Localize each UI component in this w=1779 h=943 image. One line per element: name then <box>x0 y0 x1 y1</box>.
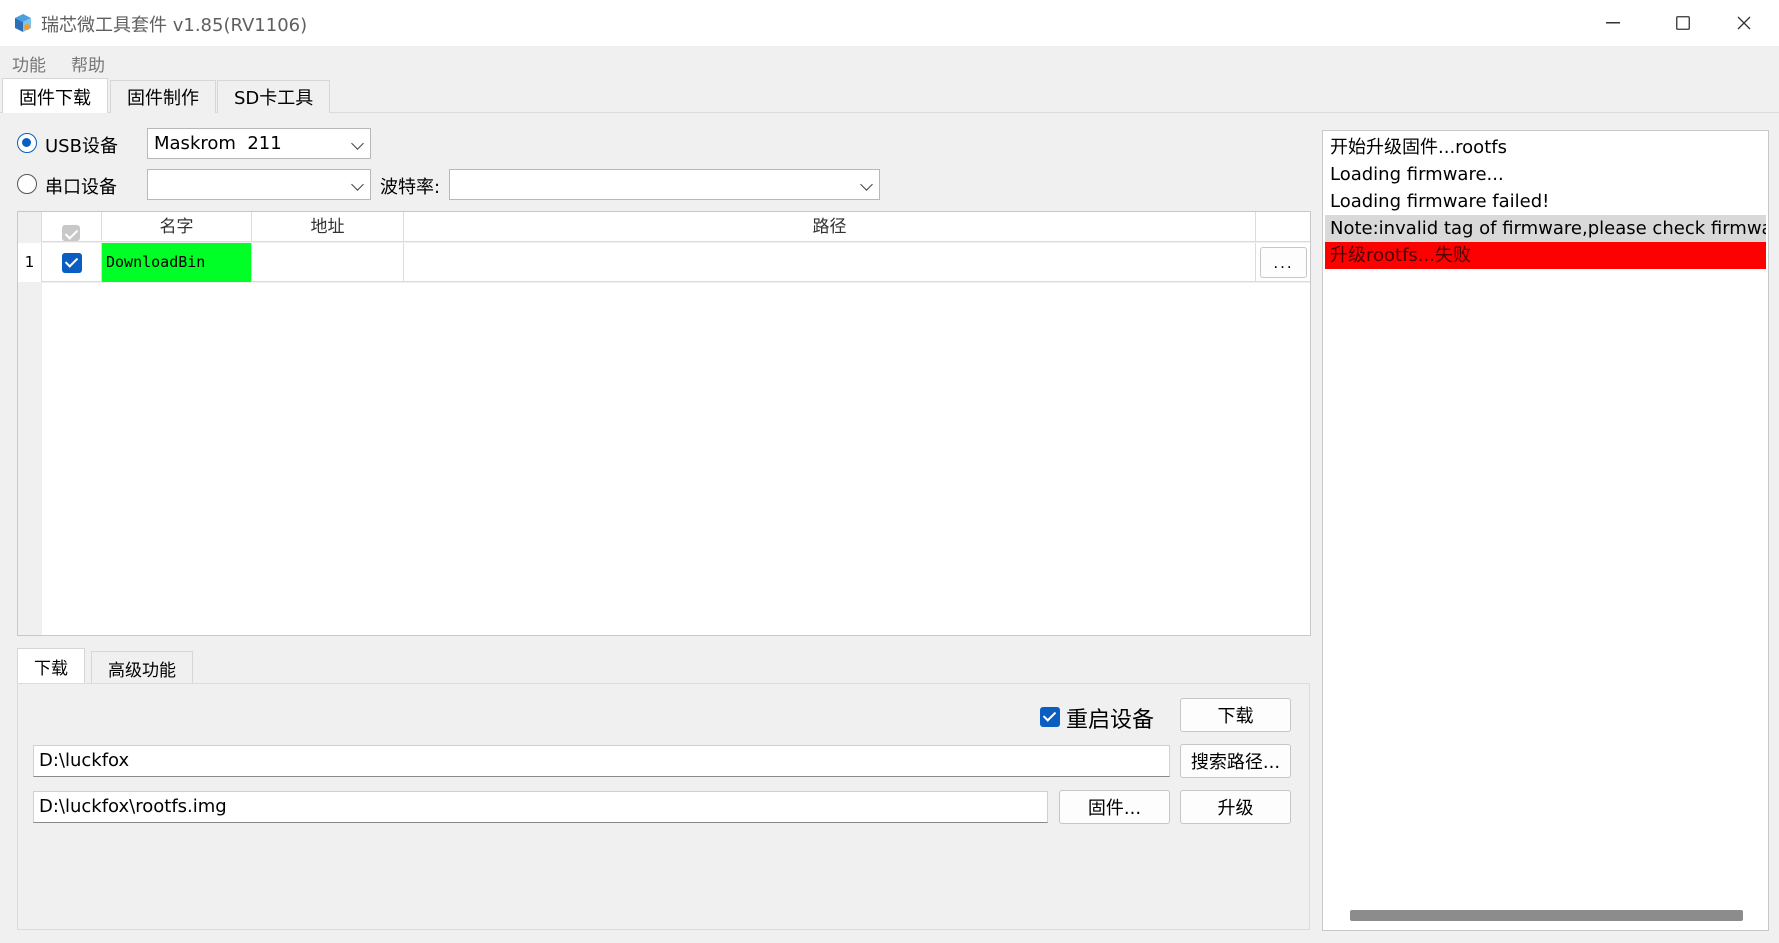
tab-firmware-download[interactable]: 固件下载 <box>2 78 108 114</box>
folder-path-input[interactable]: D:\luckfox <box>33 745 1170 777</box>
log-line: 开始升级固件...rootfs <box>1330 137 1507 158</box>
app-logo-icon <box>12 12 34 34</box>
minimize-icon <box>1606 22 1620 24</box>
usb-device-value: Maskrom 211 <box>154 133 282 154</box>
minimize-button[interactable] <box>1578 0 1648 46</box>
baud-rate-select[interactable] <box>449 169 880 200</box>
window-title: 瑞芯微工具套件 v1.85(RV1106) <box>41 15 308 36</box>
row-name-cell[interactable]: DownloadBin <box>102 243 252 282</box>
column-header-name[interactable]: 名字 <box>102 212 252 242</box>
tab-advanced[interactable]: 高级功能 <box>91 651 193 684</box>
menu-function[interactable]: 功能 <box>12 51 46 76</box>
serial-device-label: 串口设备 <box>45 177 117 198</box>
maximize-icon <box>1676 16 1690 30</box>
search-path-button[interactable]: 搜索路径... <box>1180 744 1291 778</box>
log-line: Loading firmware failed! <box>1330 191 1550 212</box>
chevron-down-icon <box>351 137 364 150</box>
column-header-browse <box>1256 212 1310 242</box>
select-all-checkbox[interactable] <box>62 225 80 241</box>
column-header-path[interactable]: 路径 <box>404 212 1256 242</box>
download-button[interactable]: 下载 <box>1180 698 1291 732</box>
table-row[interactable]: 1 DownloadBin ... <box>18 243 1310 282</box>
column-header-address[interactable]: 地址 <box>252 212 404 242</box>
menu-bar: 功能 帮助 <box>0 46 1779 78</box>
table-empty-area <box>42 283 1310 635</box>
log-line-highlighted: Note:invalid tag of firmware,please chec… <box>1325 215 1766 242</box>
serial-device-radio[interactable] <box>17 174 37 194</box>
firmware-button[interactable]: 固件... <box>1059 790 1170 824</box>
row-path-cell[interactable] <box>404 243 1256 282</box>
select-all-header[interactable] <box>42 212 102 242</box>
usb-device-select[interactable]: Maskrom 211 <box>147 128 371 159</box>
upgrade-button[interactable]: 升级 <box>1180 790 1291 824</box>
menu-help[interactable]: 帮助 <box>71 51 105 76</box>
tab-download[interactable]: 下载 <box>17 648 85 684</box>
log-panel[interactable]: 开始升级固件...rootfs Loading firmware... Load… <box>1322 130 1769 931</box>
row-checkbox[interactable] <box>62 253 82 273</box>
close-button[interactable] <box>1709 0 1779 46</box>
browse-button[interactable]: ... <box>1260 247 1307 278</box>
tab-firmware-make[interactable]: 固件制作 <box>110 80 216 113</box>
chevron-down-icon <box>351 178 364 191</box>
usb-device-radio[interactable] <box>17 133 37 153</box>
log-line: Loading firmware... <box>1330 164 1504 185</box>
table-header: 名字 地址 路径 <box>18 212 1310 242</box>
reboot-device-checkbox[interactable] <box>1040 707 1060 727</box>
main-tab-strip: 固件下载 固件制作 SD卡工具 <box>0 78 1779 114</box>
firmware-path-input[interactable]: D:\luckfox\rootfs.img <box>33 791 1048 823</box>
serial-device-select[interactable] <box>147 169 371 200</box>
log-line-error: 升级rootfs...失败 <box>1325 242 1766 269</box>
maximize-button[interactable] <box>1648 0 1718 46</box>
usb-device-label: USB设备 <box>45 136 118 157</box>
row-checkbox-cell[interactable] <box>42 243 102 282</box>
close-icon <box>1737 16 1751 30</box>
row-number: 1 <box>18 243 42 282</box>
tab-sd-card-tool[interactable]: SD卡工具 <box>217 80 331 113</box>
row-number-header <box>18 212 42 242</box>
partition-table: 名字 地址 路径 1 DownloadBin ... <box>17 211 1311 636</box>
title-bar[interactable]: 瑞芯微工具套件 v1.85(RV1106) <box>0 0 1779 46</box>
horizontal-scrollbar[interactable] <box>1350 910 1743 921</box>
baud-rate-label: 波特率: <box>380 177 441 198</box>
chevron-down-icon <box>860 178 873 191</box>
row-address-cell[interactable] <box>252 243 404 282</box>
reboot-device-label: 重启设备 <box>1066 708 1155 733</box>
